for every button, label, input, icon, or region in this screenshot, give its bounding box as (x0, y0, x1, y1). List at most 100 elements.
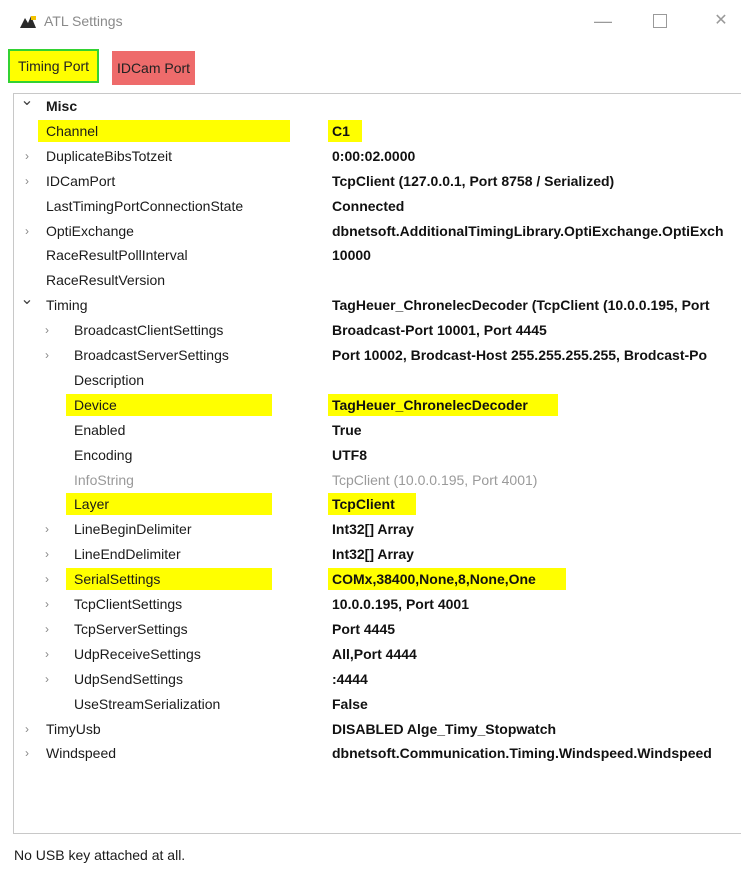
property-name: RaceResultPollInterval (46, 247, 188, 264)
property-row-tcpclientsettings[interactable]: › TcpClientSettings 10.0.0.195, Port 4001 (14, 592, 741, 616)
chevron-right-icon[interactable]: › (20, 743, 34, 763)
chevron-down-icon[interactable]: ⌄ (20, 94, 34, 111)
property-value[interactable]: All,Port 4444 (332, 645, 417, 663)
property-name: Timing (46, 297, 88, 314)
property-row-linebegindelimiter[interactable]: › LineBeginDelimiter Int32[] Array (14, 517, 741, 541)
property-value[interactable]: TcpClient (10.0.0.195, Port 4001) (332, 471, 537, 489)
property-name: InfoString (74, 471, 134, 488)
chevron-right-icon[interactable]: › (20, 171, 34, 191)
property-value[interactable]: Port 4445 (332, 620, 395, 638)
tab-idcam-port[interactable]: IDCam Port (112, 51, 195, 85)
property-value[interactable]: TcpClient (332, 495, 395, 513)
property-value[interactable]: :4444 (332, 670, 368, 688)
property-name: UseStreamSerialization (74, 695, 221, 712)
property-row-duplicatebibstotzeit[interactable]: › DuplicateBibsTotzeit 0:00:02.0000 (14, 144, 741, 168)
property-value[interactable]: Port 10002, Brodcast-Host 255.255.255.25… (332, 346, 707, 364)
chevron-right-icon[interactable]: › (40, 569, 54, 589)
property-value[interactable]: Int32[] Array (332, 545, 414, 563)
property-row-windspeed[interactable]: › Windspeed dbnetsoft.Communication.Timing… (14, 741, 741, 765)
property-name: Channel (46, 122, 99, 139)
property-value[interactable]: UTF8 (332, 446, 367, 464)
property-row-encoding[interactable]: Encoding UTF8 (14, 443, 741, 467)
chevron-right-icon[interactable]: › (40, 519, 54, 539)
close-button[interactable]: ✕ (710, 10, 732, 32)
property-value[interactable]: Broadcast-Port 10001, Port 4445 (332, 321, 547, 339)
property-name: LineEndDelimiter (74, 546, 181, 563)
property-value[interactable]: Connected (332, 197, 404, 215)
property-name: OptiExchange (46, 222, 134, 239)
property-name: UdpReceiveSettings (74, 645, 201, 662)
property-name: SerialSettings (74, 571, 161, 588)
property-row-misc[interactable]: ⌄ Misc (14, 94, 741, 118)
property-row-lasttimingportconnectionstate[interactable]: LastTimingPortConnectionState Connected (14, 194, 741, 218)
chevron-right-icon[interactable]: › (40, 644, 54, 664)
property-value[interactable]: COMx,38400,None,8,None,One (332, 570, 536, 588)
property-name: DuplicateBibsTotzeit (46, 147, 173, 164)
property-row-udpreceivesettings[interactable]: › UdpReceiveSettings All,Port 4444 (14, 642, 741, 666)
property-value[interactable]: TagHeuer_ChronelecDecoder (332, 396, 528, 414)
property-row-tcpserversettings[interactable]: › TcpServerSettings Port 4445 (14, 617, 741, 641)
property-row-usestreamserialization[interactable]: UseStreamSerialization False (14, 692, 741, 716)
chevron-right-icon[interactable]: › (40, 320, 54, 340)
chevron-right-icon[interactable]: › (40, 669, 54, 689)
property-name: TimyUsb (46, 720, 101, 737)
property-row-raceresultversion[interactable]: RaceResultVersion (14, 268, 741, 292)
minimize-button[interactable]: — (592, 10, 614, 32)
property-name: RaceResultVersion (46, 272, 166, 289)
chevron-down-icon[interactable]: ⌄ (20, 290, 34, 310)
property-row-description[interactable]: Description (14, 368, 741, 392)
property-row-udpsendsettings[interactable]: › UdpSendSettings:4444 (14, 667, 741, 691)
property-name: IDCamPort (46, 172, 116, 189)
property-value[interactable]: 10.0.0.195, Port 4001 (332, 595, 469, 613)
property-name: LastTimingPortConnectionState (46, 197, 244, 214)
property-row-timing[interactable]: ⌄ Timing TagHeuer_ChronelecDecoder (TcpCli… (14, 290, 741, 317)
property-name: TcpServerSettings (74, 620, 188, 637)
property-name: BroadcastClientSettings (74, 322, 224, 339)
property-value[interactable]: dbnetsoft.Communication.Timing.Windspeed… (332, 744, 712, 762)
property-value[interactable]: Int32[] Array (332, 520, 414, 538)
status-bar-text: No USB key attached at all. (14, 847, 186, 863)
property-name: Description (74, 371, 145, 388)
property-value[interactable]: 10000 (332, 246, 371, 264)
chevron-right-icon[interactable]: › (40, 544, 54, 564)
property-value[interactable]: DISABLED Alge_Timy_Stopwatch (332, 720, 556, 738)
property-row-raceresultpollinterval[interactable]: RaceResultPollInterval 10000 (14, 243, 741, 267)
property-row-channel[interactable]: Channel C1 (14, 119, 741, 143)
window-title: ATL Settings (44, 13, 123, 29)
chevron-right-icon[interactable]: › (40, 594, 54, 614)
maximize-icon (653, 14, 667, 28)
chevron-right-icon[interactable]: › (40, 619, 54, 639)
property-value[interactable]: False (332, 695, 368, 713)
property-row-infostring[interactable]: InfoString TcpClient (10.0.0.195, Port 40… (14, 468, 741, 492)
property-value[interactable]: True (332, 421, 362, 439)
property-row-broadcastserversettings[interactable]: › BroadcastServerSettings Port 10002, Brod… (14, 343, 741, 367)
property-row-layer[interactable]: Layer TcpClient (14, 492, 741, 516)
property-row-device[interactable]: Device TagHeuer_ChronelecDecoder (14, 393, 741, 417)
property-row-timyusb[interactable]: › TimyUsb DISABLED Alge_Timy_Stopwatch (14, 717, 741, 741)
title-bar: ATL Settings — ✕ (0, 0, 741, 38)
chevron-right-icon[interactable]: › (40, 345, 54, 365)
property-value[interactable]: C1 (332, 122, 350, 140)
property-value[interactable]: 0:00:02.0000 (332, 147, 415, 165)
tab-timing-port[interactable]: Timing Port (8, 49, 100, 83)
property-name: Enabled (74, 421, 126, 438)
property-row-idcamport[interactable]: › IDCamPort TcpClient (127.0.0.1, Port 875… (14, 169, 741, 193)
chevron-right-icon[interactable]: › (20, 221, 34, 241)
port-tab-bar: Timing Port IDCam Port (0, 44, 741, 88)
chevron-right-icon[interactable]: › (20, 719, 34, 739)
property-row-enabled[interactable]: Enabled True (14, 418, 741, 442)
property-name: Layer (74, 496, 110, 513)
property-grid[interactable]: ⌄ Misc Channel C1 › DuplicateBibsTotzeit 0:00:… (13, 93, 741, 834)
property-row-optiexchange[interactable]: › OptiExchange dbnetsoft.AdditionalTimingL… (14, 219, 741, 243)
property-value[interactable]: dbnetsoft.AdditionalTimingLibrary.OptiEx… (332, 222, 724, 240)
property-value[interactable]: TagHeuer_ChronelecDecoder (TcpClient (10… (332, 296, 710, 314)
property-row-broadcastclientsettings[interactable]: › BroadcastClientSettings Broadcast-Port 1… (14, 318, 741, 342)
property-name: Windspeed (46, 745, 117, 762)
property-name: Encoding (74, 446, 133, 463)
property-row-lineenddelimiter[interactable]: › LineEndDelimiter Int32[] Array (14, 542, 741, 566)
property-name: Misc (46, 98, 78, 114)
chevron-right-icon[interactable]: › (20, 146, 34, 166)
maximize-button[interactable] (649, 10, 671, 32)
property-value[interactable]: TcpClient (127.0.0.1, Port 8758 / Serial… (332, 172, 614, 190)
property-row-serialsettings[interactable]: › SerialSettings COMx,38400,None,8,None,On… (14, 567, 741, 591)
